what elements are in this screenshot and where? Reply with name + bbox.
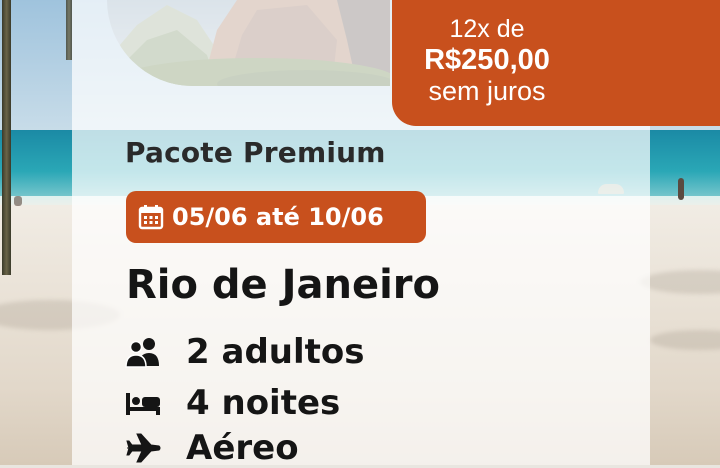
airplane-icon [124,431,162,465]
installments-text: 12x de [449,15,525,43]
price-text: R$250,00 [424,44,550,76]
date-badge: 05/06 até 10/06 [126,191,426,243]
palm-trunk [2,0,11,275]
feature-nights: 4 noites [124,383,340,423]
destination-title: Rio de Janeiro [126,262,441,308]
beach-person [678,178,684,200]
package-title: Pacote Premium [125,136,386,169]
date-range: 05/06 até 10/06 [172,203,384,231]
feature-label: 2 adultos [186,332,365,372]
users-icon [124,335,162,369]
feature-label: 4 noites [186,383,341,423]
interest-text: sem juros [428,76,546,106]
feature-adults: 2 adultos [124,332,364,372]
bed-icon [124,386,162,420]
feature-flight: Aéreo [124,428,299,468]
beach-person [14,196,22,206]
price-badge: 12x de R$250,00 sem juros [392,0,720,126]
calendar-icon [138,205,164,230]
feature-label: Aéreo [186,428,299,468]
